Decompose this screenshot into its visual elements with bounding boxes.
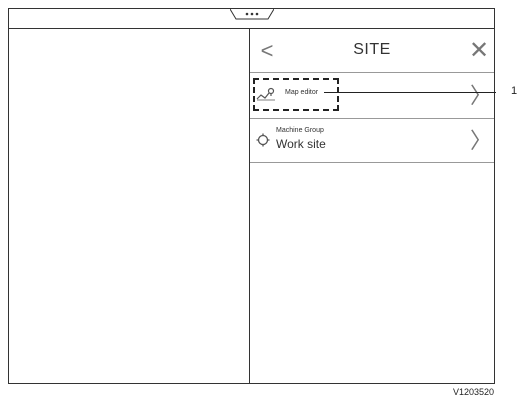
handle-dot-icon: [250, 12, 254, 16]
map-editor-item[interactable]: Map editor 〉: [250, 73, 494, 119]
handle-dot-icon: [245, 12, 249, 16]
panel-header: < SITE ✕: [250, 29, 494, 73]
site-panel: < SITE ✕ Map editor 〉 Machine Group Work…: [250, 29, 494, 384]
close-button[interactable]: ✕: [468, 39, 490, 63]
map-editor-label: Map editor: [285, 89, 319, 96]
panel-title: SITE: [353, 41, 391, 58]
chevron-right-icon: 〉: [469, 127, 492, 153]
machine-group-value: Work site: [276, 137, 326, 151]
machine-group-label: Machine Group: [276, 127, 324, 134]
map-editor-icon: [256, 87, 275, 101]
machine-group-icon: [256, 133, 270, 147]
callout-leader-line: [324, 92, 496, 93]
chevron-right-icon: 〉: [469, 82, 492, 108]
callout-number: 1: [511, 85, 518, 97]
handle-dot-icon: [255, 12, 259, 16]
pull-down-handle[interactable]: [230, 9, 274, 21]
map-view-area[interactable]: [9, 29, 249, 384]
figure-code: V1203520: [452, 387, 494, 397]
top-bar: [9, 9, 494, 29]
machine-group-item[interactable]: Machine Group Work site 〉: [250, 119, 494, 163]
device-frame: < SITE ✕ Map editor 〉 Machine Group Work…: [8, 8, 495, 384]
